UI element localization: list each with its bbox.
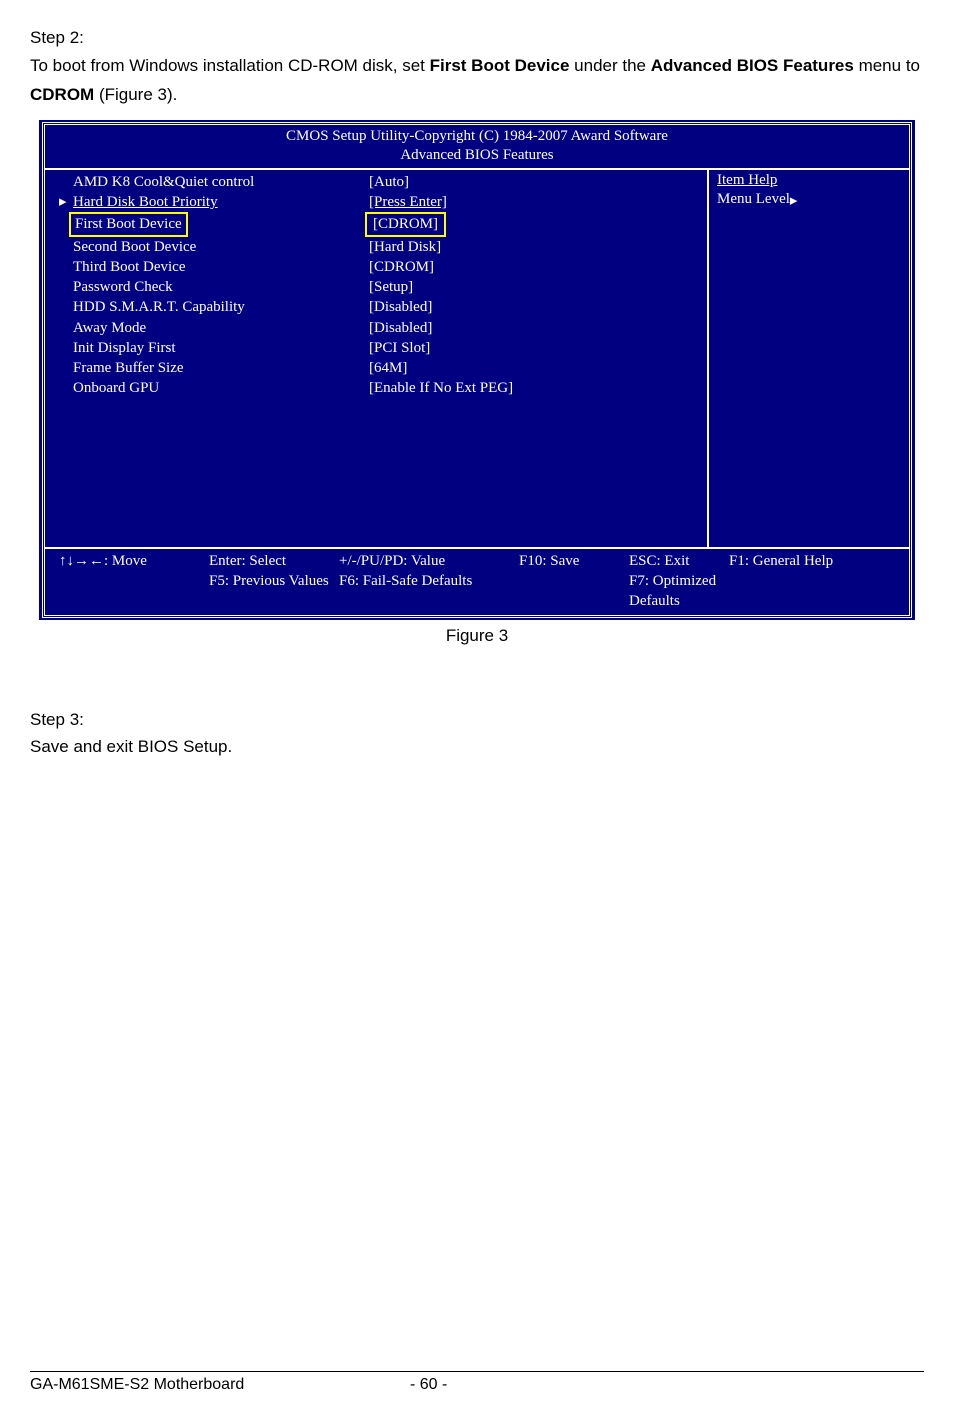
setting-value: [PCI Slot] <box>369 338 699 358</box>
footer-fail-safe: F6: Fail-Safe Defaults <box>339 571 519 591</box>
bios-footer: ↑↓→←: Move Enter: Select F5: Previous Va… <box>45 547 909 616</box>
step2-heading: Step 2: <box>30 28 924 48</box>
chevron-right-icon: ▸ <box>790 191 798 209</box>
setting-value: [Press Enter] <box>369 192 699 212</box>
setting-label: Frame Buffer Size <box>73 358 184 378</box>
setting-third-boot-device[interactable]: Third Boot Device [CDROM] <box>59 257 699 277</box>
setting-value: [Setup] <box>369 277 699 297</box>
step3-heading: Step 3: <box>30 706 924 733</box>
setting-value: [CDROM] <box>365 212 446 236</box>
footer-previous: F5: Previous Values <box>209 571 339 591</box>
setting-label: HDD S.M.A.R.T. Capability <box>73 297 245 317</box>
setting-value: [Auto] <box>369 172 699 192</box>
footer-f1-help: F1: General Help <box>729 551 895 571</box>
footer-optimized: F7: Optimized Defaults <box>629 571 729 612</box>
setting-away-mode[interactable]: Away Mode [Disabled] <box>59 318 699 338</box>
menu-level-label: Menu Level <box>717 191 790 208</box>
intro-suffix-end: (Figure 3). <box>99 85 177 104</box>
bios-help-panel: Item Help Menu Level▸ <box>709 170 909 547</box>
setting-label: Onboard GPU <box>73 378 159 398</box>
setting-frame-buffer-size[interactable]: Frame Buffer Size [64M] <box>59 358 699 378</box>
pointer-icon: ▸ <box>59 192 73 212</box>
footer-f10-save: F10: Save <box>519 551 629 571</box>
footer-move: ↑↓→←: Move <box>59 551 209 571</box>
intro-bold2: Advanced BIOS Features <box>651 56 854 75</box>
setting-value: [CDROM] <box>369 257 699 277</box>
bios-title-line1: CMOS Setup Utility-Copyright (C) 1984-20… <box>45 127 909 147</box>
footer-enter-select: Enter: Select <box>209 551 339 571</box>
bios-title-line2: Advanced BIOS Features <box>45 146 909 166</box>
setting-label: Third Boot Device <box>73 257 185 277</box>
page-footer: GA-M61SME-S2 Motherboard - 60 - <box>30 1371 924 1394</box>
bios-window: CMOS Setup Utility-Copyright (C) 1984-20… <box>39 120 915 621</box>
setting-value: [Enable If No Ext PEG] <box>369 378 699 398</box>
setting-label: AMD K8 Cool&Quiet control <box>73 172 254 192</box>
setting-label: Second Boot Device <box>73 237 196 257</box>
setting-value: [Disabled] <box>369 297 699 317</box>
intro-prefix: To boot from Windows installation CD-ROM… <box>30 56 430 75</box>
setting-value: [64M] <box>369 358 699 378</box>
setting-hdd-smart[interactable]: HDD S.M.A.R.T. Capability [Disabled] <box>59 297 699 317</box>
setting-value: [Hard Disk] <box>369 237 699 257</box>
intro-bold1: First Boot Device <box>430 56 570 75</box>
bios-settings-panel: AMD K8 Cool&Quiet control [Auto] ▸Hard D… <box>45 170 709 547</box>
intro-text: To boot from Windows installation CD-ROM… <box>30 52 924 110</box>
step3-text: Save and exit BIOS Setup. <box>30 733 924 760</box>
setting-onboard-gpu[interactable]: Onboard GPU [Enable If No Ext PEG] <box>59 378 699 398</box>
footer-pupd-value: +/-/PU/PD: Value <box>339 551 519 571</box>
setting-first-boot-device[interactable]: First Boot Device [CDROM] <box>59 212 699 236</box>
figure-caption: Figure 3 <box>30 626 924 646</box>
setting-second-boot-device[interactable]: Second Boot Device [Hard Disk] <box>59 237 699 257</box>
help-title: Item Help <box>717 172 901 189</box>
setting-label: First Boot Device <box>69 212 188 236</box>
footer-page-number: - 60 - <box>410 1376 447 1394</box>
intro-suffix-prefix: menu to <box>854 56 920 75</box>
setting-label: Init Display First <box>73 338 176 358</box>
setting-label: Hard Disk Boot Priority <box>73 192 218 212</box>
footer-product-name: GA-M61SME-S2 Motherboard <box>30 1376 410 1394</box>
setting-label: Away Mode <box>73 318 146 338</box>
bios-header: CMOS Setup Utility-Copyright (C) 1984-20… <box>45 125 909 170</box>
setting-hard-disk-boot-priority[interactable]: ▸Hard Disk Boot Priority [Press Enter] <box>59 192 699 212</box>
setting-amd-cool-quiet[interactable]: AMD K8 Cool&Quiet control [Auto] <box>59 172 699 192</box>
setting-value: [Disabled] <box>369 318 699 338</box>
intro-bold3: CDROM <box>30 85 99 104</box>
footer-esc-exit: ESC: Exit <box>629 551 729 571</box>
setting-password-check[interactable]: Password Check [Setup] <box>59 277 699 297</box>
intro-mid: under the <box>569 56 650 75</box>
setting-label: Password Check <box>73 277 173 297</box>
setting-init-display-first[interactable]: Init Display First [PCI Slot] <box>59 338 699 358</box>
